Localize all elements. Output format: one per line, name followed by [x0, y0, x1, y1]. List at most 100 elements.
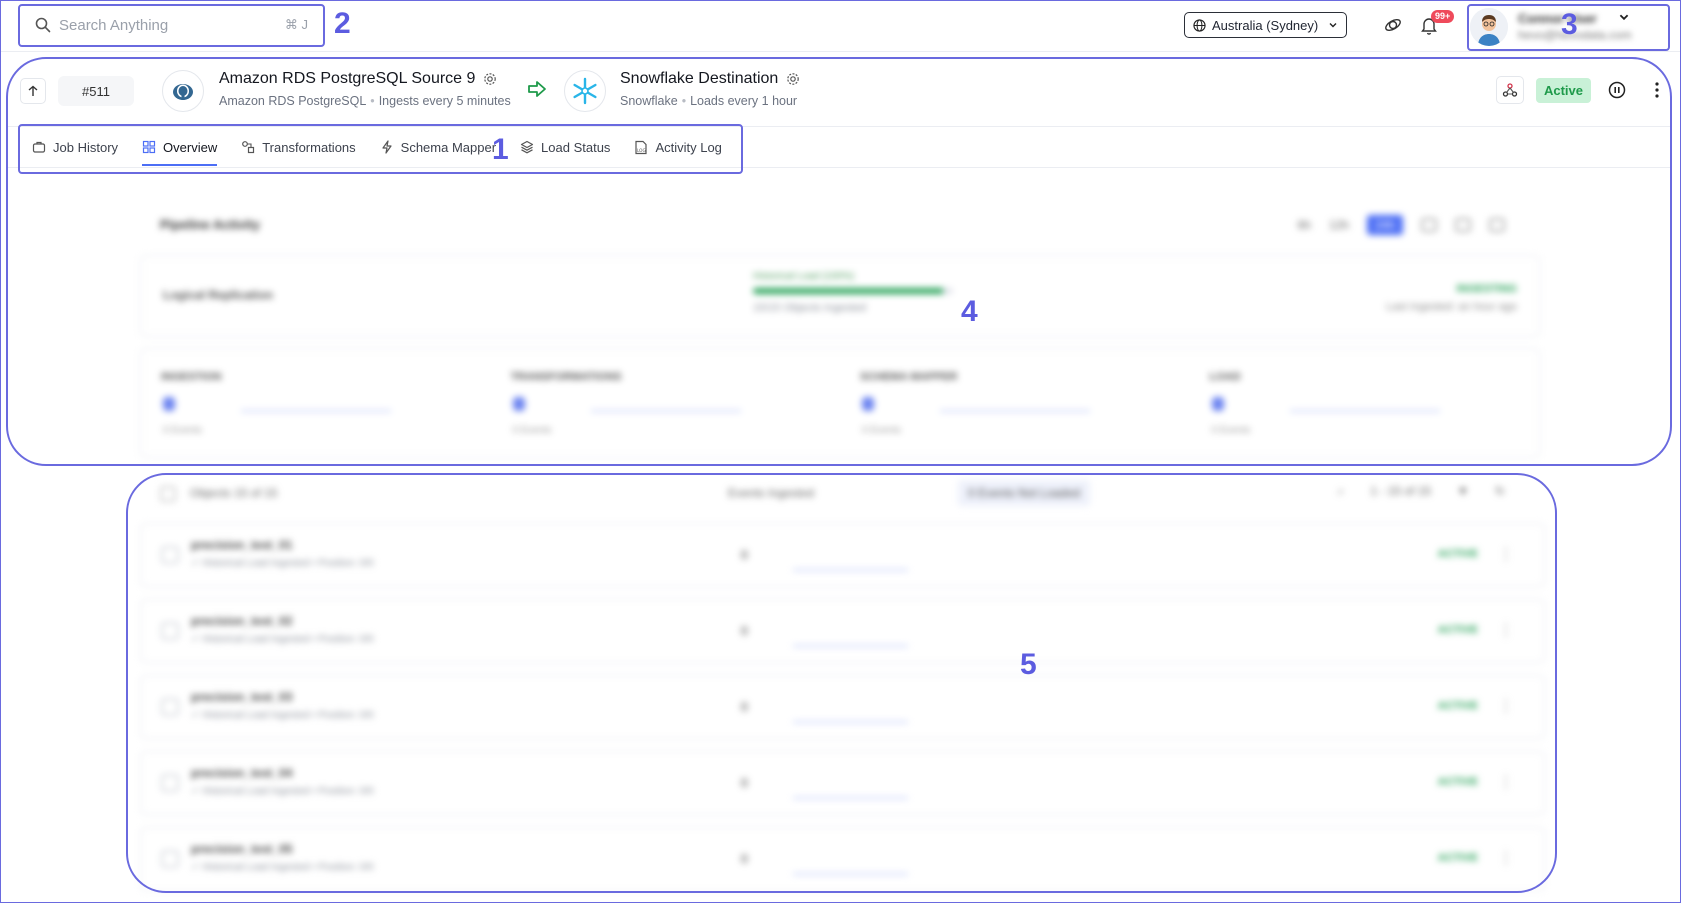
objects-toolbar: ⌕ 1 - 15 of 15 ▼ ↻: [1338, 484, 1505, 499]
table-row[interactable]: precision_test_04 ✓ Historical Load Inge…: [140, 751, 1545, 815]
arrow-up-icon: [28, 85, 38, 96]
grid-icon: [142, 140, 156, 154]
transform-icon: [242, 141, 255, 154]
globe-icon: [1193, 18, 1206, 32]
sparkline: [793, 721, 908, 723]
region-selector[interactable]: Australia (Sydney): [1184, 12, 1347, 38]
row-checkbox[interactable]: [161, 546, 179, 564]
annotation-number: 3: [1561, 8, 1578, 41]
sparkline: [793, 569, 908, 571]
destination-name[interactable]: Snowflake Destination: [620, 70, 778, 88]
row-checkbox[interactable]: [161, 850, 179, 868]
more-options-button[interactable]: [1643, 76, 1671, 104]
job-id: #511: [58, 76, 134, 106]
object-sub: ✓ Historical Load Ingested • Position: 0…: [191, 710, 374, 721]
global-search[interactable]: ⌘ J: [25, 12, 318, 38]
source-name[interactable]: Amazon RDS PostgreSQL Source 9: [219, 70, 475, 88]
notification-badge: 99+: [1431, 10, 1455, 23]
events-not-loaded-filter[interactable]: 0 Events Not Loaded: [958, 480, 1091, 506]
layers-icon: [520, 140, 534, 154]
tab-job-history[interactable]: Job History: [20, 128, 130, 166]
activity-controls: 6h 12h 24h: [1298, 215, 1505, 235]
last-ingested: Last Ingested: an hour ago: [1386, 301, 1517, 313]
postgresql-logo: [162, 70, 204, 112]
stage-title: SCHEMA MAPPER: [860, 371, 958, 383]
kebab-icon[interactable]: ⋮: [1498, 772, 1514, 792]
filter-icon[interactable]: ▼: [1457, 484, 1469, 499]
gear-icon[interactable]: [786, 72, 800, 86]
range-24h[interactable]: 24h: [1366, 215, 1403, 235]
stage-line: [241, 410, 391, 412]
search-icon: [35, 17, 51, 33]
stage-transformations: TRANSFORMATIONS 0 Events: [491, 349, 841, 457]
destination-title: Snowflake Destination: [620, 70, 800, 88]
filter-icon[interactable]: [1421, 218, 1437, 232]
tab-load-status[interactable]: Load Status: [508, 128, 622, 166]
table-row[interactable]: precision_test_02 ✓ Historical Load Inge…: [140, 599, 1545, 663]
tab-schema-mapper[interactable]: Schema Mapper: [368, 128, 508, 166]
tab-overview[interactable]: Overview: [130, 128, 229, 166]
search-input[interactable]: [59, 16, 277, 34]
tab-activity-log[interactable]: LOG Activity Log: [622, 128, 733, 166]
tab-label: Schema Mapper: [400, 139, 497, 155]
stage-title: INGESTION: [161, 371, 222, 383]
pause-icon: [1608, 81, 1626, 99]
row-checkbox[interactable]: [161, 622, 179, 640]
kebab-icon[interactable]: ⋮: [1498, 620, 1514, 640]
avatar: [1470, 8, 1508, 46]
replication-card: Logical Replication Historical Load (100…: [140, 255, 1540, 337]
pagination[interactable]: 1 - 15 of 15: [1370, 484, 1431, 499]
chevron-down-icon: [1329, 23, 1337, 28]
row-checkbox[interactable]: [161, 774, 179, 792]
pipeline-arrow-icon: [526, 78, 548, 105]
kebab-icon[interactable]: ⋮: [1498, 848, 1514, 868]
object-events: 0: [741, 700, 748, 714]
objects-list: Objects 15 of 15 Events Ingested 0 Event…: [140, 478, 1545, 898]
sparkline: [793, 873, 908, 875]
search-icon[interactable]: ⌕: [1338, 484, 1345, 499]
replication-status-label: INGESTING: [1456, 283, 1517, 295]
collapse-icon[interactable]: [1455, 218, 1471, 232]
object-status: ACTIVE: [1437, 700, 1478, 712]
refresh-icon[interactable]: [1489, 218, 1505, 232]
table-row[interactable]: precision_test_05 ✓ Historical Load Inge…: [140, 827, 1545, 891]
object-name: precision_test_04: [191, 766, 293, 780]
object-sub: ✓ Historical Load Ingested • Position: 0…: [191, 862, 374, 873]
object-status: ACTIVE: [1437, 852, 1478, 864]
stage-marker: [163, 397, 175, 411]
table-row[interactable]: precision_test_01 ✓ Historical Load Inge…: [140, 523, 1545, 587]
top-bar: ⌘ J Australia (Sydney) 99+ Connor User h…: [0, 0, 1681, 52]
object-events: 0: [741, 624, 748, 638]
row-checkbox[interactable]: [161, 698, 179, 716]
satellite-icon[interactable]: [1382, 14, 1404, 36]
object-events: 0: [741, 776, 748, 790]
object-sub: ✓ Historical Load Ingested • Position: 0…: [191, 786, 374, 797]
select-all-checkbox[interactable]: [160, 486, 176, 502]
gear-icon[interactable]: [483, 72, 497, 86]
snowflake-logo: [564, 70, 606, 112]
stage-events: 0 Events: [862, 425, 901, 436]
object-events: 0: [741, 548, 748, 562]
table-row[interactable]: precision_test_03 ✓ Historical Load Inge…: [140, 675, 1545, 739]
stage-line: [940, 410, 1090, 412]
object-name: precision_test_05: [191, 842, 293, 856]
divider: [8, 126, 1671, 127]
pause-button[interactable]: [1603, 76, 1631, 104]
source-title: Amazon RDS PostgreSQL Source 9: [219, 70, 497, 88]
annotation-number: 2: [334, 7, 351, 40]
range-6h[interactable]: 6h: [1298, 218, 1311, 232]
range-12h[interactable]: 12h: [1329, 218, 1349, 232]
status-badge: Active: [1535, 77, 1591, 103]
webhook-button[interactable]: [1495, 76, 1524, 104]
annotation-number: 1: [492, 133, 509, 166]
kebab-icon[interactable]: ⋮: [1498, 696, 1514, 716]
objects-header: Objects 15 of 15 Events Ingested 0 Event…: [140, 478, 1545, 508]
object-status: ACTIVE: [1437, 624, 1478, 636]
back-button[interactable]: [20, 78, 46, 104]
kebab-icon[interactable]: ⋮: [1498, 544, 1514, 564]
destination-meta: Snowflake • Loads every 1 hour: [620, 94, 798, 108]
refresh-icon[interactable]: ↻: [1495, 484, 1505, 499]
kebab-icon: [1655, 82, 1659, 98]
tab-transformations[interactable]: Transformations: [229, 128, 367, 166]
stage-title: TRANSFORMATIONS: [510, 371, 622, 383]
